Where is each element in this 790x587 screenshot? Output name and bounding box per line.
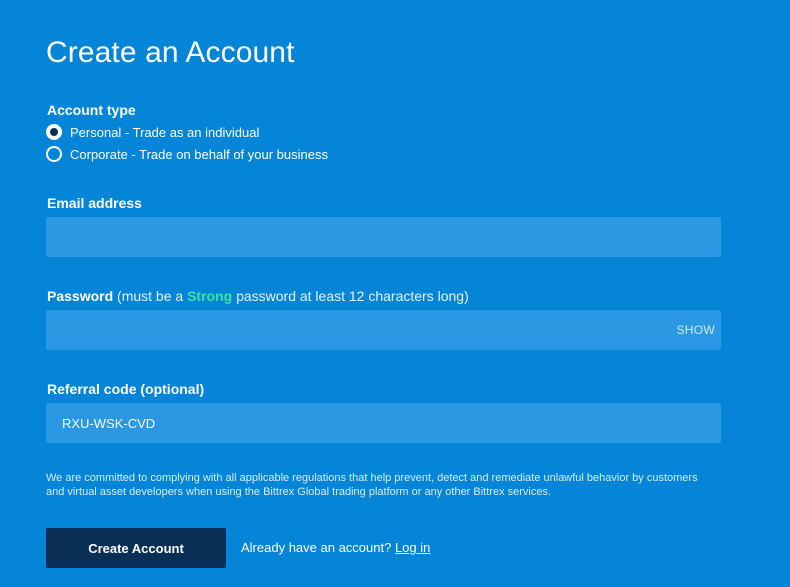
password-label-row: Password (must be a Strong password at l… <box>47 287 469 305</box>
compliance-disclaimer: We are committed to complying with all a… <box>46 472 698 498</box>
login-link[interactable]: Log in <box>395 540 430 555</box>
radio-corporate[interactable]: Corporate - Trade on behalf of your busi… <box>46 144 328 164</box>
show-password-button[interactable]: SHOW <box>676 310 715 350</box>
account-type-label: Account type <box>47 102 136 118</box>
referral-label: Referral code (optional) <box>47 381 205 397</box>
radio-corporate-indicator[interactable] <box>46 146 62 162</box>
login-prompt: Already have an account? Log in <box>241 540 430 556</box>
create-account-button[interactable]: Create Account <box>46 528 226 568</box>
password-hint-prefix: (must be a <box>117 288 184 304</box>
referral-code-input[interactable] <box>46 403 721 443</box>
password-input[interactable] <box>46 310 721 350</box>
password-hint-suffix: password at least 12 characters long) <box>236 288 469 304</box>
radio-personal[interactable]: Personal - Trade as an individual <box>46 122 259 142</box>
have-account-text: Already have an account? <box>241 540 392 555</box>
email-label: Email address <box>47 195 142 211</box>
radio-personal-indicator[interactable] <box>46 124 62 140</box>
password-label: Password <box>47 288 114 304</box>
radio-personal-label: Personal - Trade as an individual <box>70 124 260 140</box>
radio-corporate-label: Corporate - Trade on behalf of your busi… <box>70 146 328 162</box>
page-title: Create an Account <box>46 36 295 69</box>
password-hint-strong: Strong <box>187 288 233 304</box>
email-input[interactable] <box>46 217 721 257</box>
